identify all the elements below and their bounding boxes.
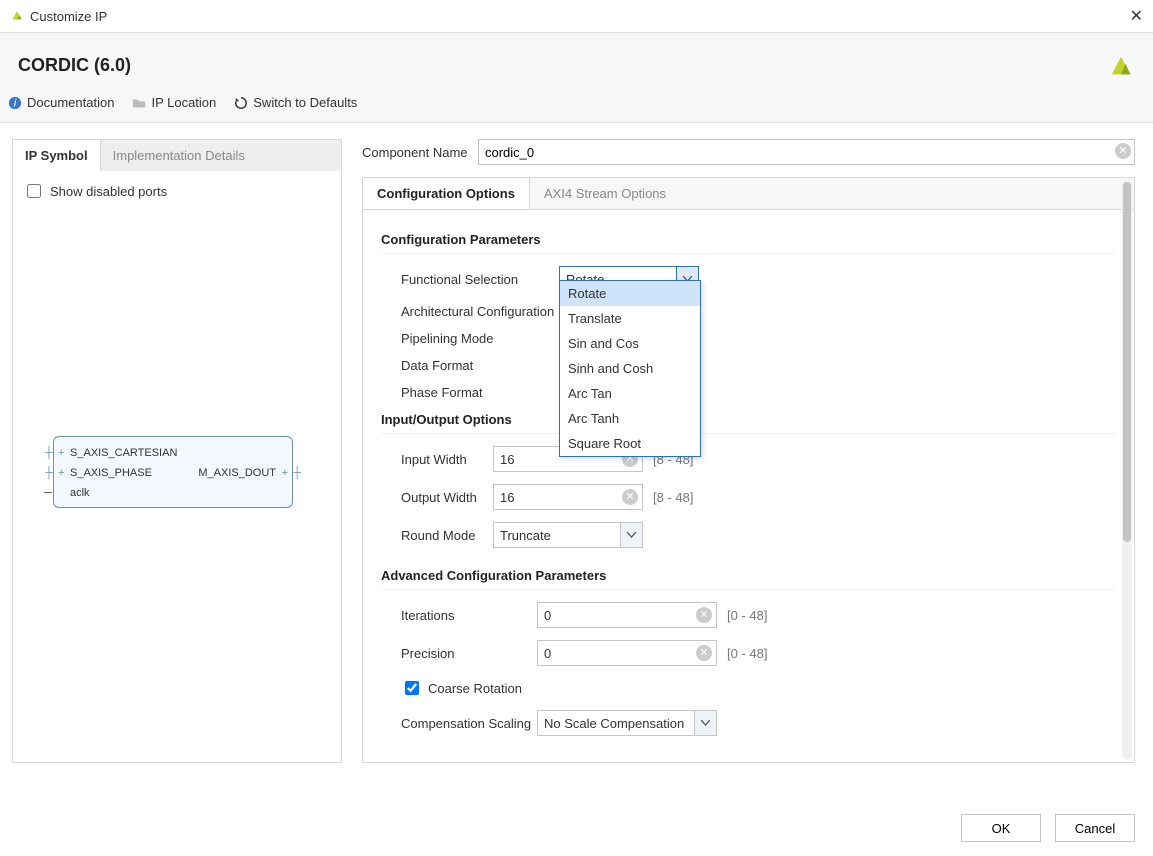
configuration-form: Configuration Parameters Functional Sele… (363, 210, 1134, 762)
ip-name-heading: CORDIC (6.0) (18, 55, 1107, 76)
cancel-button[interactable]: Cancel (1055, 814, 1135, 842)
coarse-rotation-label: Coarse Rotation (428, 681, 522, 696)
chevron-down-icon (694, 711, 716, 735)
data-format-label: Data Format (401, 358, 559, 373)
phase-format-label: Phase Format (401, 385, 559, 400)
clear-icon[interactable]: ✕ (696, 607, 712, 623)
show-disabled-ports-label: Show disabled ports (50, 184, 167, 199)
titlebar: Customize IP ✕ (0, 0, 1153, 32)
iterations-label: Iterations (401, 608, 537, 623)
info-icon: i (8, 96, 22, 110)
port-plus-icon: + (58, 467, 64, 479)
switch-defaults-label: Switch to Defaults (253, 95, 357, 110)
tab-axi4-stream-options[interactable]: AXI4 Stream Options (530, 178, 680, 209)
tab-configuration-options[interactable]: Configuration Options (363, 178, 530, 209)
port-aclk: aclk (70, 487, 90, 499)
component-name-input[interactable] (478, 139, 1135, 165)
compensation-scaling-dropdown[interactable]: No Scale Compensation (537, 710, 717, 736)
dropdown-option[interactable]: Sinh and Cosh (560, 356, 700, 381)
functional-selection-listbox[interactable]: RotateTranslateSin and CosSinh and CoshA… (559, 280, 701, 457)
close-icon[interactable]: ✕ (1111, 6, 1143, 26)
port-s-axis-phase: S_AXIS_PHASE (70, 467, 152, 479)
architectural-configuration-label: Architectural Configuration (401, 304, 559, 319)
coarse-rotation-checkbox[interactable]: Coarse Rotation (401, 678, 522, 698)
port-plus-icon: ┼ (45, 447, 53, 459)
section-io-options: Input/Output Options (381, 412, 1116, 434)
round-mode-dropdown[interactable]: Truncate (493, 522, 643, 548)
port-s-axis-cartesian: S_AXIS_CARTESIAN (70, 447, 177, 459)
output-width-hint: [8 - 48] (653, 490, 693, 505)
dropdown-option[interactable]: Square Root (560, 431, 700, 456)
dropdown-option[interactable]: Sin and Cos (560, 331, 700, 356)
dropdown-option[interactable]: Arc Tan (560, 381, 700, 406)
app-logo-icon (10, 9, 24, 23)
section-advanced-parameters: Advanced Configuration Parameters (381, 568, 1116, 590)
port-plus-icon: ┼ (293, 467, 301, 479)
port-m-axis-dout: M_AXIS_DOUT (198, 467, 276, 479)
folder-icon (132, 96, 146, 110)
scrollbar-thumb[interactable] (1123, 182, 1131, 542)
coarse-rotation-box[interactable] (405, 681, 419, 695)
compensation-scaling-label: Compensation Scaling (401, 716, 537, 731)
precision-label: Precision (401, 646, 537, 661)
functional-selection-label: Functional Selection (401, 272, 559, 287)
symbol-panel: IP Symbol Implementation Details Show di… (12, 139, 342, 763)
section-configuration-parameters: Configuration Parameters (381, 232, 1116, 254)
output-width-input[interactable]: 16✕ (493, 484, 643, 510)
round-mode-label: Round Mode (401, 528, 493, 543)
dropdown-option[interactable]: Translate (560, 306, 700, 331)
window-title: Customize IP (30, 9, 1111, 24)
show-disabled-ports-box[interactable] (27, 184, 41, 198)
main-tab-strip: Configuration Options AXI4 Stream Option… (363, 178, 1134, 210)
brand-logo-icon (1107, 51, 1135, 79)
dialog-footer: OK Cancel (961, 814, 1135, 842)
tab-ip-symbol[interactable]: IP Symbol (13, 140, 101, 171)
toolbar: i Documentation IP Location Switch to De… (0, 83, 1153, 123)
precision-hint: [0 - 48] (727, 646, 767, 661)
ip-location-label: IP Location (151, 95, 216, 110)
dropdown-option[interactable]: Rotate (560, 281, 700, 306)
port-plus-icon: + (58, 447, 64, 459)
pipelining-mode-label: Pipelining Mode (401, 331, 559, 346)
clear-icon[interactable]: ✕ (622, 489, 638, 505)
component-name-label: Component Name (362, 145, 468, 160)
iterations-input[interactable]: 0✕ (537, 602, 717, 628)
component-name-row: Component Name ✕ (362, 139, 1135, 165)
tab-implementation-details[interactable]: Implementation Details (101, 140, 257, 171)
ip-location-link[interactable]: IP Location (132, 95, 216, 110)
precision-input[interactable]: 0✕ (537, 640, 717, 666)
config-main-box: Configuration Options AXI4 Stream Option… (362, 177, 1135, 763)
clear-icon[interactable]: ✕ (696, 645, 712, 661)
documentation-label: Documentation (27, 95, 114, 110)
output-width-label: Output Width (401, 490, 493, 505)
switch-defaults-link[interactable]: Switch to Defaults (234, 95, 357, 110)
dropdown-option[interactable]: Arc Tanh (560, 406, 700, 431)
input-width-label: Input Width (401, 452, 493, 467)
refresh-icon (234, 96, 248, 110)
ok-button[interactable]: OK (961, 814, 1041, 842)
port-plus-icon: ┼ (45, 467, 53, 479)
left-tab-strip: IP Symbol Implementation Details (13, 140, 341, 171)
scrollbar[interactable] (1122, 180, 1132, 760)
chevron-down-icon (620, 523, 642, 547)
clear-icon[interactable]: ✕ (1115, 143, 1131, 159)
header: CORDIC (6.0) (0, 32, 1153, 83)
show-disabled-ports-checkbox[interactable]: Show disabled ports (23, 181, 331, 201)
port-line-icon: ─ (44, 487, 52, 499)
iterations-hint: [0 - 48] (727, 608, 767, 623)
port-plus-icon: + (282, 467, 288, 479)
ip-symbol-diagram: ┼ + S_AXIS_CARTESIAN ┼ + S_AXIS_PHASE M_… (53, 436, 293, 508)
documentation-link[interactable]: i Documentation (8, 95, 114, 110)
